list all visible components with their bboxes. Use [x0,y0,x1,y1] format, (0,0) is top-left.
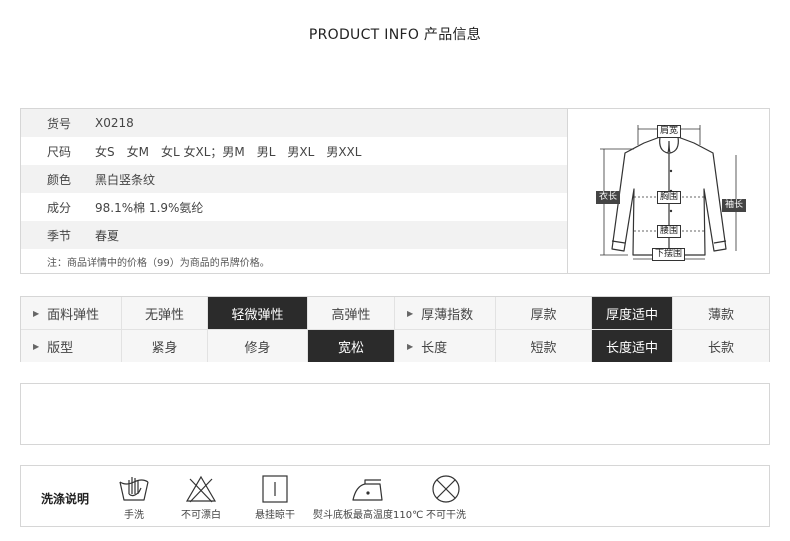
info-value: X0218 [95,116,134,130]
price-note: 注：商品详情中的价格（99）为商品的吊牌价格。 [47,258,270,269]
product-info-panel: 货号 X0218 尺码 女S 女M 女L 女XL；男M 男L 男XL 男XXL … [20,108,770,274]
shoulder-width-label: 肩宽 [657,125,682,138]
info-row-season: 季节 春夏 [21,221,567,249]
thickness-option-selected: 厚度适中 [592,297,673,329]
info-row-item-no: 货号 X0218 [21,109,567,137]
hand-wash-icon [119,477,149,501]
info-key: 季节 [47,228,72,243]
length-label: ▶ 长度 [395,330,496,362]
care-item-no-dry-clean: 不可干洗 [426,474,466,521]
elasticity-option-selected: 轻微弹性 [208,297,308,329]
triangle-right-icon: ▶ [407,341,414,351]
elasticity-label: ▶ 面料弹性 [21,297,122,329]
triangle-right-icon: ▶ [407,308,414,318]
info-key: 颜色 [47,172,72,187]
care-label: 不可漂白 [181,510,221,521]
empty-panel [20,383,770,445]
care-label: 不可干洗 [426,510,466,521]
no-bleach-icon [185,475,217,503]
care-label: 熨斗底板最高温度110℃ [313,510,424,521]
hem-label: 下摆围 [652,248,686,261]
info-table: 货号 X0218 尺码 女S 女M 女L 女XL；男M 男L 男XL 男XXL … [21,109,567,273]
hang-dry-icon [262,475,288,503]
attribute-grid: ▶ 面料弹性 无弹性 轻微弹性 高弹性 ▶ 厚薄指数 厚款 厚度适中 薄款 ▶ 版型 … [20,296,770,362]
page-title: PRODUCT INFO 产品信息 [308,27,482,43]
elasticity-option: 高弹性 [308,297,395,329]
thickness-option: 薄款 [673,297,769,329]
no-dry-clean-icon [432,475,460,503]
fit-option: 修身 [208,330,308,362]
care-item-hang-dry: 悬挂晾干 [255,474,295,521]
chest-label: 胸围 [657,191,682,204]
fit-option: 紧身 [122,330,208,362]
thickness-label: ▶ 厚薄指数 [395,297,496,329]
care-item-no-bleach: 不可漂白 [181,474,221,521]
info-key: 成分 [47,200,72,215]
info-value: 春夏 [95,228,120,243]
triangle-right-icon: ▶ [33,308,40,318]
care-title: 洗涤说明 [41,492,90,506]
info-row-color: 颜色 黑白竖条纹 [21,165,567,193]
care-label: 手洗 [124,510,144,521]
size-diagram: 肩宽 衣长 胸围 袖长 腰围 下摆围 [567,109,769,273]
info-key: 货号 [47,116,72,131]
fit-label: ▶ 版型 [21,330,122,362]
info-key: 尺码 [47,144,72,159]
length-option-selected: 长度适中 [592,330,673,362]
care-instructions-panel: 洗涤说明 手洗 不可漂白 悬挂晾干 熨斗底板最高温度110℃ 不可干洗 [20,465,770,527]
body-length-label: 衣长 [596,191,621,204]
care-item-hand-wash: 手洗 [117,474,151,521]
waist-label: 腰围 [657,225,682,238]
attribute-row: ▶ 版型 紧身 修身 宽松 ▶ 长度 短款 长度适中 长款 [21,330,769,362]
info-value: 女S 女M 女L 女XL；男M 男L 男XL 男XXL [95,144,362,159]
triangle-right-icon: ▶ [33,341,40,351]
care-label: 悬挂晾干 [255,510,295,521]
length-option: 长款 [673,330,769,362]
fit-option-selected: 宽松 [308,330,395,362]
info-value: 黑白竖条纹 [95,172,156,187]
sleeve-length-label: 袖长 [722,199,747,212]
length-option: 短款 [496,330,592,362]
attribute-row: ▶ 面料弹性 无弹性 轻微弹性 高弹性 ▶ 厚薄指数 厚款 厚度适中 薄款 [21,297,769,329]
iron-icon [352,479,383,501]
info-row-size: 尺码 女S 女M 女L 女XL；男M 男L 男XL 男XXL [21,137,567,165]
info-value: 98.1%棉 1.9%氨纶 [95,200,204,215]
care-item-iron: 熨斗底板最高温度110℃ [313,474,423,521]
info-row-material: 成分 98.1%棉 1.9%氨纶 [21,193,567,221]
elasticity-option: 无弹性 [122,297,208,329]
thickness-option: 厚款 [496,297,592,329]
